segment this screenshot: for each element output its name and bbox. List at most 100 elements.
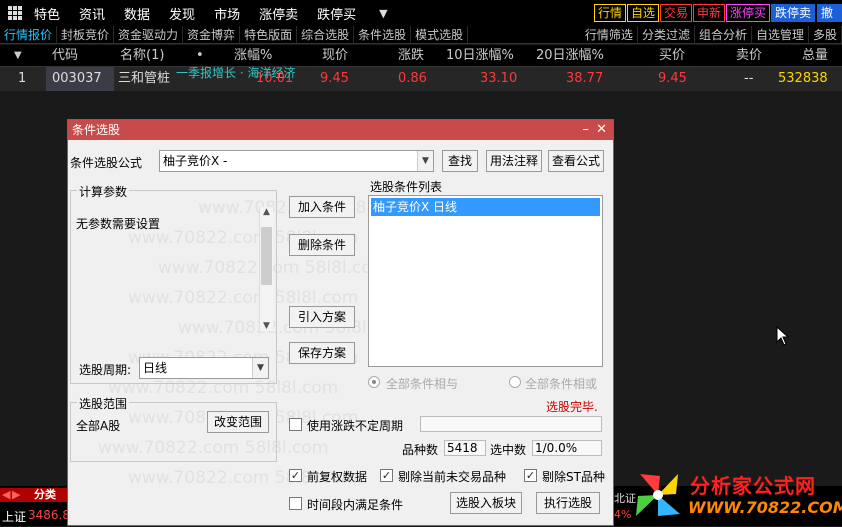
menu-item-limit-down-buy[interactable]: 跌停买: [317, 4, 356, 23]
find-button[interactable]: 查找: [442, 150, 478, 172]
add-to-block-button[interactable]: 选股入板块: [450, 492, 522, 514]
range-value: 全部A股: [76, 419, 121, 433]
period-range-field[interactable]: [420, 416, 602, 432]
menu-item-market[interactable]: 市场: [214, 4, 240, 23]
stock-chg10: 33.10: [480, 71, 518, 86]
minimize-icon[interactable]: –: [583, 120, 590, 140]
tab-capital-game[interactable]: 资金博弈: [183, 25, 241, 44]
stock-change: 0.86: [398, 71, 427, 86]
col-chg10[interactable]: 10日涨幅%: [446, 45, 514, 67]
quick-watchlist-button[interactable]: 自选: [627, 4, 660, 22]
dialog-titlebar[interactable]: 条件选股 – ✕: [68, 120, 613, 140]
tab-category-filter[interactable]: 分类过滤: [638, 25, 695, 44]
formula-value: 柚子竞价X -: [163, 154, 228, 168]
main-menu-icon[interactable]: [8, 6, 22, 20]
tab-multi-stock[interactable]: 多股: [809, 25, 842, 44]
quick-limit-down-sell-button[interactable]: 跌停卖: [771, 4, 816, 22]
remove-st-checkbox[interactable]: ✓: [524, 469, 537, 482]
chevron-down-icon[interactable]: ▼: [252, 358, 268, 378]
scroll-up-icon[interactable]: ▲: [260, 207, 273, 217]
menu-item-news[interactable]: 资讯: [79, 4, 105, 23]
period-label: 选股周期:: [79, 363, 132, 377]
scroll-down-icon[interactable]: ▼: [260, 321, 273, 331]
menu-item-features[interactable]: 特色: [34, 4, 60, 23]
tab-capital-drive[interactable]: 资金驱动力: [114, 25, 184, 44]
quick-limit-up-buy-button[interactable]: 涨停买: [726, 4, 771, 22]
params-group-title: 计算参数: [77, 183, 130, 200]
col-volume[interactable]: 总量: [802, 45, 828, 67]
dialog-title: 条件选股: [72, 123, 121, 137]
category-tab-strip[interactable]: ◀ ▶ 分类: [0, 488, 70, 502]
remove-untraded-checkbox[interactable]: ✓: [380, 469, 393, 482]
params-scrollbar[interactable]: ▲ ▼: [259, 207, 273, 331]
menu-item-data[interactable]: 数据: [124, 4, 150, 23]
list-item[interactable]: 柚子竞价X 日线: [371, 198, 600, 216]
save-plan-button[interactable]: 保存方案: [289, 342, 355, 364]
view-formula-button[interactable]: 查看公式: [548, 150, 604, 172]
import-plan-button[interactable]: 引入方案: [289, 306, 355, 328]
tab-quotes[interactable]: 行情报价: [0, 25, 58, 44]
tab-portfolio-analysis[interactable]: 组合分析: [695, 25, 752, 44]
quick-trade-button[interactable]: 交易: [660, 4, 693, 22]
or-radio[interactable]: [509, 376, 521, 388]
prev-adjust-checkbox[interactable]: ✓: [289, 469, 302, 482]
prev-adjust-label: 前复权数据: [307, 470, 368, 484]
formula-select[interactable]: 柚子竞价X - ▼: [159, 150, 434, 172]
col-bid[interactable]: 买价: [659, 45, 685, 67]
index-value: 3486.8: [28, 508, 70, 522]
use-period-checkbox[interactable]: [289, 418, 302, 431]
scroll-left-icon[interactable]: ◀: [2, 488, 10, 502]
quick-ipo-button[interactable]: 申新: [693, 4, 726, 22]
execute-selection-button[interactable]: 执行选股: [536, 492, 600, 514]
params-group: 计算参数 无参数需要设置 ▲ ▼ 选股周期: 日线 ▼: [70, 183, 277, 384]
time-condition-label: 时间段内满足条件: [307, 498, 404, 512]
bse-change: 4%: [614, 508, 632, 521]
change-range-button[interactable]: 改变范围: [207, 411, 269, 433]
delete-condition-button[interactable]: 删除条件: [289, 234, 355, 256]
menu-item-discover[interactable]: 发现: [169, 4, 195, 23]
logo-line2: WWW.70822.COM: [688, 498, 842, 517]
chevron-down-icon[interactable]: ▼: [379, 7, 387, 20]
mouse-cursor-icon: [776, 326, 790, 346]
stock-price: 9.45: [320, 71, 349, 86]
quick-quote-button[interactable]: 行情: [594, 4, 627, 22]
stock-code: 003037: [46, 67, 114, 91]
scrollbar-thumb[interactable]: [261, 227, 272, 285]
add-condition-button[interactable]: 加入条件: [289, 196, 355, 218]
tab-pattern-selection[interactable]: 模式选股: [411, 25, 469, 44]
close-icon[interactable]: ✕: [596, 120, 607, 140]
category-tab-label[interactable]: 分类: [34, 488, 56, 502]
condition-list[interactable]: 柚子竞价X 日线: [368, 195, 603, 367]
quick-cancel-button[interactable]: 撤单: [817, 4, 842, 22]
col-price[interactable]: 现价: [322, 45, 348, 67]
tab-watchlist-manage[interactable]: 自选管理: [752, 25, 809, 44]
col-code[interactable]: 代码: [52, 45, 78, 67]
tab-condition-selection[interactable]: 条件选股: [354, 25, 412, 44]
row-index: 1: [18, 71, 27, 86]
col-chg20[interactable]: 20日涨幅%: [536, 45, 604, 67]
index-name: 上证: [2, 510, 27, 524]
table-row[interactable]: 1 003037 三和管桩 10.01 一季报增长 · 海洋经济 9.45 0.…: [0, 66, 842, 91]
col-name[interactable]: 名称(1): [120, 45, 164, 67]
sort-arrow-icon[interactable]: ▼: [14, 45, 22, 67]
usage-notes-button[interactable]: 用法注释: [486, 150, 542, 172]
tab-feature-layout[interactable]: 特色版面: [240, 25, 298, 44]
scroll-right-icon[interactable]: ▶: [12, 488, 20, 502]
condition-selection-dialog: 条件选股 – ✕ www.70822.com 58l8l.com www.708…: [67, 119, 614, 526]
menu-item-limit-up-sell[interactable]: 涨停卖: [259, 4, 298, 23]
logo-line1: 分析家公式网: [690, 474, 816, 498]
col-change[interactable]: 涨跌: [398, 45, 424, 67]
tab-comprehensive-selection[interactable]: 综合选股: [297, 25, 355, 44]
period-select[interactable]: 日线 ▼: [139, 357, 269, 379]
condition-list-label: 选股条件列表: [370, 180, 443, 194]
table-header: ▼ 代码 名称(1) • 涨幅% 现价 涨跌 10日涨幅% 20日涨幅% 买价 …: [0, 45, 842, 67]
range-group-title: 选股范围: [77, 395, 130, 412]
col-ask[interactable]: 卖价: [736, 45, 762, 67]
tab-quote-filter[interactable]: 行情筛选: [581, 25, 638, 44]
chevron-down-icon[interactable]: ▼: [417, 151, 433, 171]
and-radio[interactable]: [368, 376, 380, 388]
stock-bid: 9.45: [658, 71, 687, 86]
remove-st-label: 剔除ST品种: [542, 470, 605, 484]
tab-limit-bidding[interactable]: 封板竞价: [57, 25, 115, 44]
time-condition-checkbox[interactable]: [289, 497, 302, 510]
